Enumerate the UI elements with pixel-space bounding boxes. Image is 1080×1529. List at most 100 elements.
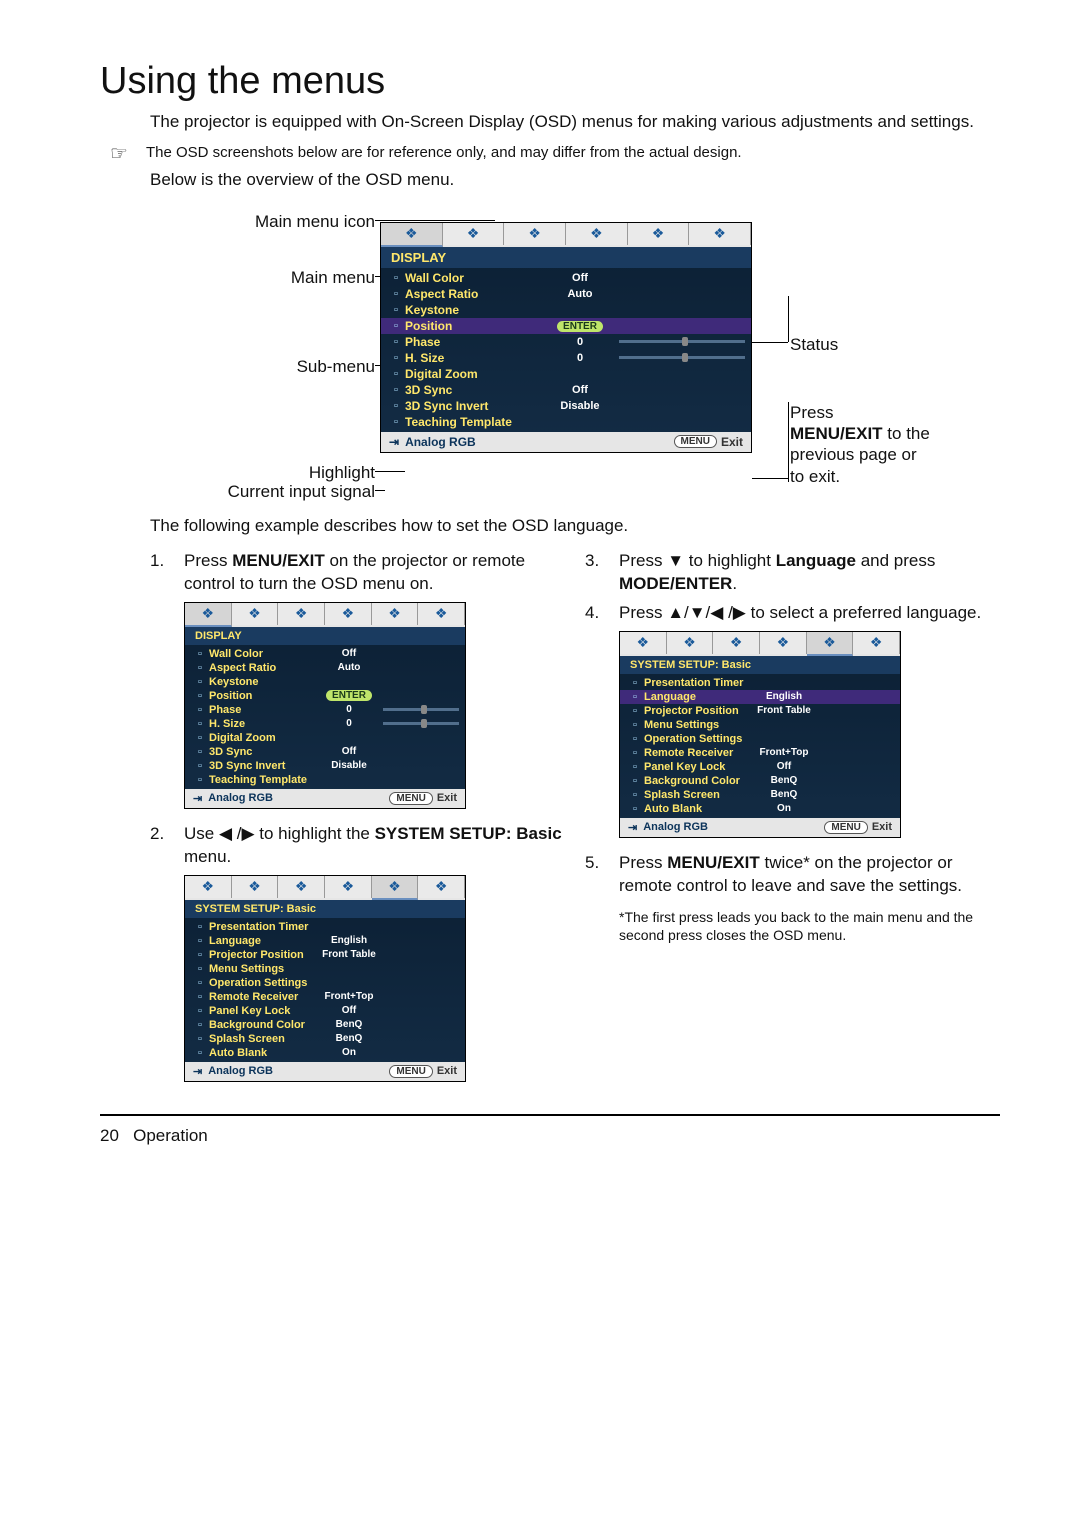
row-label: Panel Key Lock	[209, 1005, 319, 1017]
label-highlight: Highlight	[309, 463, 375, 483]
slider-bar[interactable]	[619, 340, 745, 343]
slider-bar[interactable]	[383, 708, 459, 711]
after-note: Below is the overview of the OSD menu.	[150, 170, 1000, 190]
osd-tab-icon[interactable]: ❖	[185, 603, 232, 627]
row-icon: ▫	[626, 733, 644, 745]
osd-row[interactable]: ▫Splash ScreenBenQ	[620, 788, 900, 802]
osd-display-small: ❖ ❖ ❖ ❖ ❖ ❖ DISPLAY ▫Wall ColorOff▫Aspec…	[184, 602, 466, 809]
osd-row[interactable]: ▫H. Size0	[185, 717, 465, 731]
osd-tab-icon[interactable]: ❖	[807, 632, 854, 656]
osd-tab-icon[interactable]: ❖	[418, 603, 465, 625]
row-value: 0	[545, 352, 615, 364]
osd-row[interactable]: ▫Teaching Template	[185, 773, 465, 787]
osd-row[interactable]: ▫Panel Key LockOff	[620, 760, 900, 774]
osd-row[interactable]: ▫Menu Settings	[620, 718, 900, 732]
row-icon: ▫	[387, 368, 405, 380]
row-label: H. Size	[209, 718, 319, 730]
osd-row[interactable]: ▫Aspect RatioAuto	[185, 661, 465, 675]
row-value: Off	[319, 1005, 379, 1016]
row-icon: ▫	[387, 320, 405, 332]
row-value: Off	[545, 384, 615, 396]
osd-row[interactable]: ▫Auto BlankOn	[620, 802, 900, 816]
row-value: Auto	[545, 288, 615, 300]
osd-row[interactable]: ▫3D SyncOff	[185, 745, 465, 759]
row-icon: ▫	[626, 789, 644, 801]
row-label: Phase	[405, 335, 545, 349]
osd-row[interactable]: ▫Projector PositionFront Table	[620, 704, 900, 718]
osd-row[interactable]: ▫LanguageEnglish	[185, 934, 465, 948]
osd-tab-5[interactable]: ❖	[628, 223, 690, 245]
osd-tab-1[interactable]: ❖	[381, 223, 443, 247]
osd-row[interactable]: ▫PositionENTER	[185, 689, 465, 703]
osd-row[interactable]: ▫Background ColorBenQ	[185, 1018, 465, 1032]
osd-row[interactable]: ▫Digital Zoom	[185, 731, 465, 745]
osd-tab-icon[interactable]: ❖	[372, 876, 419, 900]
row-icon: ▫	[191, 718, 209, 730]
osd-tab-6[interactable]: ❖	[689, 223, 751, 245]
osd-tab-icon[interactable]: ❖	[278, 876, 325, 898]
osd-tab-icon[interactable]: ❖	[620, 632, 667, 654]
osd-row[interactable]: ▫LanguageEnglish	[620, 690, 900, 704]
osd-row[interactable]: ▫Keystone	[185, 675, 465, 689]
osd-row[interactable]: ▫Auto BlankOn	[185, 1046, 465, 1060]
row-icon: ▫	[191, 704, 209, 716]
row-label: Background Color	[209, 1019, 319, 1031]
osd-row[interactable]: ▫PositionENTER	[381, 318, 751, 334]
osd-tab-icon[interactable]: ❖	[278, 603, 325, 625]
row-icon: ▫	[191, 963, 209, 975]
osd-row[interactable]: ▫H. Size0	[381, 350, 751, 366]
row-label: Panel Key Lock	[644, 761, 754, 773]
osd-tab-3[interactable]: ❖	[504, 223, 566, 245]
osd-tab-icon[interactable]: ❖	[232, 876, 279, 898]
osd-row[interactable]: ▫Teaching Template	[381, 414, 751, 430]
osd-row[interactable]: ▫Splash ScreenBenQ	[185, 1032, 465, 1046]
osd-row[interactable]: ▫Operation Settings	[185, 976, 465, 990]
osd-tab-icon[interactable]: ❖	[372, 603, 419, 625]
osd-menu-exit[interactable]: MENU Exit	[674, 435, 743, 449]
osd-row[interactable]: ▫Phase0	[185, 703, 465, 717]
osd-row[interactable]: ▫Menu Settings	[185, 962, 465, 976]
osd-row[interactable]: ▫3D SyncOff	[381, 382, 751, 398]
osd-tab-icon[interactable]: ❖	[760, 632, 807, 654]
osd-row[interactable]: ▫Wall ColorOff	[185, 647, 465, 661]
osd-row[interactable]: ▫Aspect RatioAuto	[381, 286, 751, 302]
osd-row[interactable]: ▫Projector PositionFront Table	[185, 948, 465, 962]
row-label: Teaching Template	[209, 774, 319, 786]
row-label: Presentation Timer	[209, 921, 319, 933]
row-label: H. Size	[405, 351, 545, 365]
osd-tab-4[interactable]: ❖	[566, 223, 628, 245]
osd-row[interactable]: ▫Panel Key LockOff	[185, 1004, 465, 1018]
osd-tab-icon[interactable]: ❖	[713, 632, 760, 654]
row-label: Aspect Ratio	[405, 287, 545, 301]
osd-row[interactable]: ▫Remote ReceiverFront+Top	[620, 746, 900, 760]
row-label: Presentation Timer	[644, 677, 754, 689]
osd-row[interactable]: ▫3D Sync InvertDisable	[381, 398, 751, 414]
row-icon: ▫	[191, 1019, 209, 1031]
row-value: On	[319, 1047, 379, 1058]
osd-tab-icon[interactable]: ❖	[232, 603, 279, 625]
row-icon: ▫	[191, 760, 209, 772]
osd-tab-icon[interactable]: ❖	[325, 603, 372, 625]
slider-bar[interactable]	[619, 356, 745, 359]
osd-row[interactable]: ▫Operation Settings	[620, 732, 900, 746]
slider-bar[interactable]	[383, 722, 459, 725]
osd-row[interactable]: ▫Remote ReceiverFront+Top	[185, 990, 465, 1004]
osd-row[interactable]: ▫Keystone	[381, 302, 751, 318]
osd-row[interactable]: ▫Presentation Timer	[185, 920, 465, 934]
osd-row[interactable]: ▫3D Sync InvertDisable	[185, 759, 465, 773]
osd-tab-icon[interactable]: ❖	[667, 632, 714, 654]
osd-tab-icon[interactable]: ❖	[418, 876, 465, 898]
osd-row[interactable]: ▫Phase0	[381, 334, 751, 350]
osd-row[interactable]: ▫Background ColorBenQ	[620, 774, 900, 788]
osd-row[interactable]: ▫Wall ColorOff	[381, 270, 751, 286]
osd-tab-2[interactable]: ❖	[443, 223, 505, 245]
osd-tab-icon[interactable]: ❖	[853, 632, 900, 654]
step-5: 5. Press MENU/EXIT twice* on the project…	[585, 852, 1000, 898]
row-value: BenQ	[319, 1033, 379, 1044]
osd-tab-icon[interactable]: ❖	[185, 876, 232, 898]
row-value: ENTER	[319, 690, 379, 701]
osd-row[interactable]: ▫Presentation Timer	[620, 676, 900, 690]
osd-tab-icon[interactable]: ❖	[325, 876, 372, 898]
osd-row[interactable]: ▫Digital Zoom	[381, 366, 751, 382]
row-icon: ▫	[191, 746, 209, 758]
